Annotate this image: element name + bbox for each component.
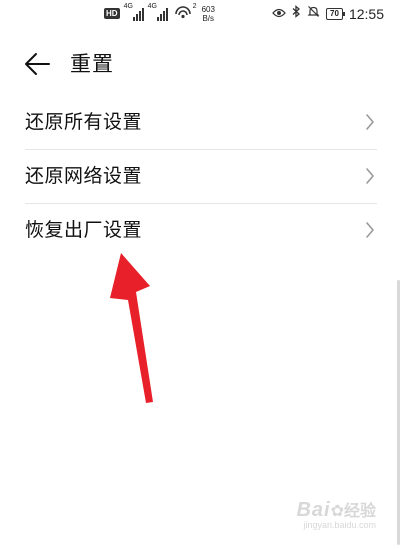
back-button[interactable] xyxy=(22,50,52,78)
bluetooth-icon xyxy=(292,5,301,23)
network-speed: 603 B/s xyxy=(202,5,215,23)
wifi-sub-label: 2 xyxy=(192,3,197,10)
list-item-label: 还原网络设置 xyxy=(25,165,143,187)
reset-all-settings-item[interactable]: 还原所有设置 xyxy=(25,96,377,150)
arrow-left-icon xyxy=(25,53,50,75)
watermark-suffix: 经验 xyxy=(343,503,376,520)
paw-icon: ✿ xyxy=(330,503,344,520)
speed-unit: B/s xyxy=(202,14,215,23)
mute-icon xyxy=(307,5,320,23)
status-left-group: HD 4G 4G 2 603 B/s xyxy=(104,3,215,23)
watermark-brand: Bai xyxy=(296,499,331,521)
wifi-hotspot-icon: 2 xyxy=(174,3,197,21)
status-bar: HD 4G 4G 2 603 B/s 70 12:55 xyxy=(0,0,400,30)
signal-1-icon: 4G xyxy=(123,3,144,21)
settings-list: 还原所有设置 还原网络设置 恢复出厂设置 xyxy=(25,96,377,257)
baidu-watermark: Bai✿经验 jingyan.baidu.com xyxy=(296,497,376,530)
chevron-right-icon xyxy=(366,114,374,130)
page-title: 重置 xyxy=(70,52,114,76)
clock: 12:55 xyxy=(348,6,384,22)
app-bar: 重置 xyxy=(0,42,400,86)
speed-value: 603 xyxy=(201,5,215,14)
battery-indicator: 70 xyxy=(326,8,345,20)
reset-network-settings-item[interactable]: 还原网络设置 xyxy=(25,150,377,204)
eye-icon xyxy=(272,5,286,23)
list-item-label: 还原所有设置 xyxy=(25,111,143,133)
hd-badge: HD xyxy=(104,8,120,19)
chevron-right-icon xyxy=(366,168,374,184)
status-right-group: 70 12:55 xyxy=(272,5,384,23)
factory-reset-item[interactable]: 恢复出厂设置 xyxy=(25,204,377,257)
signal-2-icon: 4G xyxy=(147,3,168,21)
network-type-2: 4G xyxy=(147,3,157,10)
network-type-1: 4G xyxy=(123,3,133,10)
chevron-right-icon xyxy=(366,222,374,238)
list-item-label: 恢复出厂设置 xyxy=(25,219,143,241)
watermark-url: jingyan.baidu.com xyxy=(303,520,376,530)
